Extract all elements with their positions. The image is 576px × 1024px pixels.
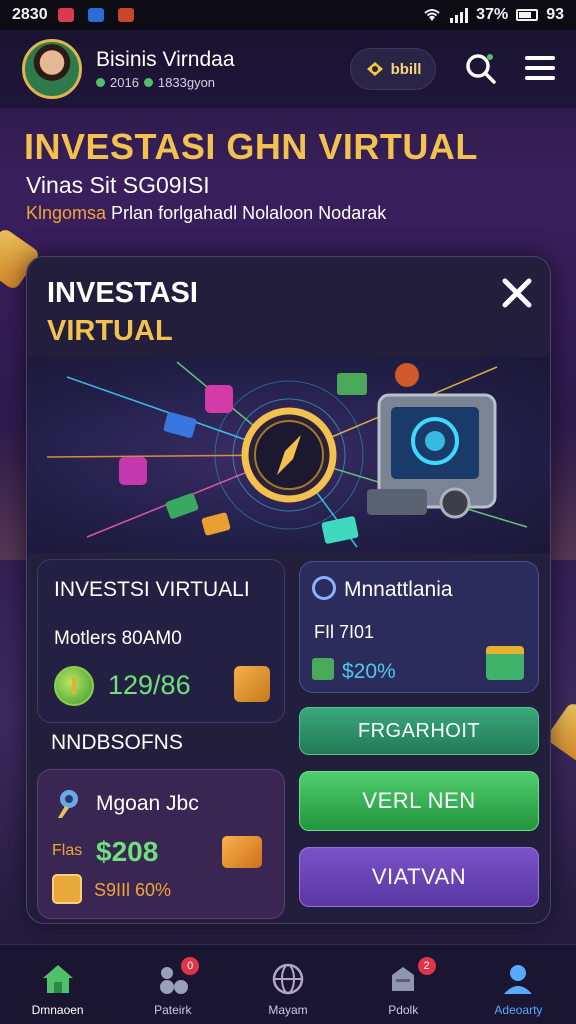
hero-title: INVESTASI GHN VIRTUAL — [24, 126, 478, 167]
notification-badge: 0 — [181, 957, 200, 975]
user-info: Bisinis Virndaa 2016 1833gyon — [96, 48, 235, 90]
nav-label: Mayam — [268, 1003, 308, 1017]
search-icon — [466, 54, 496, 84]
hero-tagline-accent: Klngomsa — [26, 203, 107, 223]
nav-label: Pdolk — [388, 1003, 419, 1017]
wallet-icon — [52, 874, 82, 904]
mnat-card-title: Mnnattlania — [344, 578, 453, 601]
nav-item-globe[interactable]: Mayam — [230, 945, 345, 1024]
ticket-icon — [366, 62, 383, 76]
battery-percent: 37% — [476, 6, 509, 23]
mgoan-card-percent: S9IIl 60% — [94, 880, 172, 900]
primary-action-button[interactable]: FRGARHOIT — [299, 707, 539, 755]
app-header: Bisinis Virndaa 2016 1833gyon bbill — [0, 30, 576, 108]
cash-icon — [312, 658, 334, 680]
online-dot-icon — [96, 78, 105, 87]
status-indicators: 37% 93 — [422, 6, 564, 24]
status-time: 2830 — [12, 6, 48, 23]
nav-label: Adeoarty — [494, 1003, 543, 1017]
bottom-navigation: Dmnaoen 0 Pateirk Mayam 2 Pdolk Adeoarty — [0, 944, 576, 1024]
nav-label: Pateirk — [154, 1003, 192, 1017]
invest-card-title: INVESTSI VIRTUALI — [54, 578, 250, 601]
wallet-pill-label: bbill — [390, 60, 422, 78]
invest-card-subtitle: Motlers 80AM0 — [54, 628, 182, 649]
nav-item-home[interactable]: Dmnaoen — [0, 945, 115, 1024]
avatar[interactable] — [22, 39, 82, 99]
status-extra: 93 — [546, 6, 564, 23]
mgoan-card-label: Flas — [52, 842, 83, 859]
modal-title-line1: INVESTASI — [47, 277, 198, 309]
signal-icon — [450, 7, 469, 23]
search-button[interactable] — [462, 50, 498, 86]
hero-tagline-rest: Prlan forlgahadl Nolaloon Nodarak — [106, 203, 387, 223]
globe-icon — [270, 961, 306, 997]
wifi-icon — [424, 9, 440, 21]
secondary-action-button[interactable]: VERL NEN — [299, 771, 539, 831]
close-button[interactable] — [495, 271, 539, 315]
modal-title-line2: VIRTUAL — [47, 315, 173, 347]
nav-label: Dmnaoen — [31, 1003, 84, 1017]
nav-item-inbox[interactable]: 2 Pdolk — [346, 945, 461, 1024]
nav-item-profile[interactable]: Adeoarty — [461, 945, 576, 1024]
notification-badge: 2 — [417, 957, 436, 975]
invest-card-value: 129/86 — [108, 670, 191, 700]
mgoan-card[interactable]: Mgoan Jbc Flas $208 S9IIl 60% — [37, 769, 285, 919]
coin-icon — [54, 666, 94, 706]
wallet-pill-button[interactable]: bbill — [350, 48, 436, 90]
notification-app-icon — [117, 8, 134, 22]
status-bar: 2830 37% 93 — [0, 0, 576, 30]
search-icon — [312, 576, 336, 600]
hero-tagline: Klngomsa Prlan forlgahadl Nolaloon Nodar… — [26, 203, 386, 224]
tools-icon — [234, 666, 270, 702]
hero-subtitle: Vinas Sit SG09ISI — [26, 172, 210, 198]
investment-modal: INVESTASI VIRTUAL INVESTSI VIRTUALI Motl… — [26, 256, 551, 924]
coin-icon — [143, 78, 153, 87]
nav-item-people[interactable]: 0 Pateirk — [115, 945, 230, 1024]
mgoan-card-value: $208 — [96, 836, 159, 867]
hamburger-icon — [525, 56, 555, 80]
mgoan-card-title: Mgoan Jbc — [96, 792, 199, 815]
user-meta: 2016 1833gyon — [96, 75, 235, 90]
ticket-icon — [222, 836, 262, 868]
invest-virtual-card[interactable]: INVESTSI VIRTUALI Motlers 80AM0 129/86 — [37, 559, 285, 723]
menu-button[interactable] — [522, 50, 558, 86]
mnat-card-value: $20% — [342, 660, 396, 683]
home-icon — [40, 961, 76, 997]
battery-icon — [516, 9, 539, 21]
mnat-card-subtitle: FIl 7I01 — [314, 622, 375, 642]
notification-app-icon — [87, 8, 104, 22]
section-label: NNDBSOFNS — [51, 731, 183, 754]
pin-icon — [58, 790, 78, 818]
inbox-icon — [385, 961, 421, 997]
tertiary-action-button[interactable]: VIATVAN — [299, 847, 539, 907]
user-name: Bisinis Virndaa — [96, 48, 235, 71]
crown-icon — [486, 646, 524, 680]
mnattlania-card[interactable]: Mnnattlania FIl 7I01 $20% — [299, 561, 539, 693]
profile-icon — [500, 961, 536, 997]
notification-app-icon — [57, 8, 74, 22]
close-icon — [502, 278, 532, 308]
user-meta-a: 2016 — [110, 75, 139, 90]
user-meta-b: 1833gyon — [157, 75, 216, 90]
investment-illustration — [27, 357, 550, 553]
